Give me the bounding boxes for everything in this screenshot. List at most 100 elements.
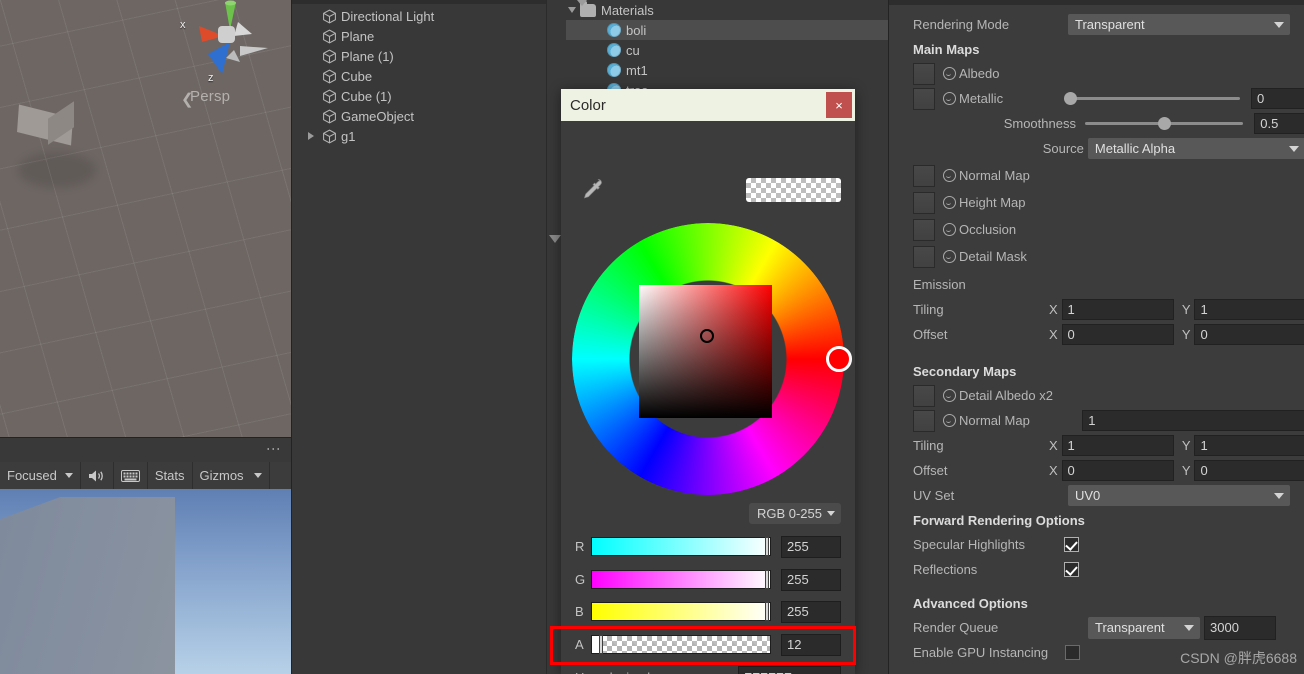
- main-offset-row[interactable]: Offset X 0 Y 0: [889, 322, 1304, 347]
- gizmo-grid-button[interactable]: [114, 462, 148, 489]
- color-picker-window[interactable]: Color × RGB 0-255 R 255 G 255 B 255 A 12: [550, 89, 856, 674]
- hierarchy-item-plane[interactable]: Plane: [292, 26, 547, 46]
- hexadecimal-row[interactable]: Hexadecimal FFFFFF: [575, 665, 841, 674]
- uv-set-row[interactable]: UV Set UV0: [889, 483, 1304, 508]
- smoothness-slider[interactable]: [1084, 117, 1244, 130]
- chevron-down-icon[interactable]: [568, 7, 576, 13]
- hexadecimal-field[interactable]: FFFFFF: [738, 665, 841, 674]
- scene-view[interactable]: x z ❮ Persp: [0, 0, 291, 437]
- saturation-value-square[interactable]: [639, 285, 772, 418]
- stats-button[interactable]: Stats: [148, 462, 193, 489]
- channel-slider-r[interactable]: [591, 537, 771, 556]
- metallic-slider-thumb[interactable]: [1064, 92, 1077, 105]
- channel-knob-b[interactable]: [765, 602, 769, 621]
- project-item-boli[interactable]: boli: [566, 20, 889, 40]
- eyedropper-icon[interactable]: [578, 175, 606, 203]
- occlusion-row[interactable]: Occlusion: [889, 217, 1304, 242]
- metallic-row[interactable]: Metallic 0: [889, 86, 1304, 111]
- metallic-value-field[interactable]: 0: [1251, 88, 1304, 109]
- saturation-value-handle[interactable]: [700, 329, 714, 343]
- chevron-right-icon[interactable]: [308, 132, 314, 140]
- channel-field-r[interactable]: 255: [781, 535, 841, 558]
- detail-albedo-texture-slot[interactable]: [913, 384, 935, 407]
- inspector-panel[interactable]: Rendering Mode Transparent Main Maps Alb…: [888, 0, 1304, 674]
- specular-highlights-checkbox[interactable]: [1064, 537, 1079, 552]
- hierarchy-scroll-caret-icon[interactable]: [577, 0, 587, 6]
- close-icon[interactable]: ×: [826, 92, 852, 118]
- channel-slider-a[interactable]: [591, 635, 771, 654]
- specular-highlights-row[interactable]: Specular Highlights: [889, 532, 1304, 557]
- source-dropdown[interactable]: Metallic Alpha: [1087, 138, 1304, 159]
- reflections-checkbox[interactable]: [1064, 562, 1079, 577]
- rendering-mode-dropdown[interactable]: Transparent: [1068, 14, 1290, 35]
- channel-row-b[interactable]: B 255: [575, 599, 841, 624]
- mute-audio-button[interactable]: [81, 462, 114, 489]
- height-map-radio-icon[interactable]: [943, 196, 956, 209]
- hierarchy-item-g1[interactable]: g1: [292, 126, 547, 146]
- hierarchy-item-directional-light[interactable]: Directional Light: [292, 6, 547, 26]
- secondary-tiling-row[interactable]: Tiling X 1 Y 1: [889, 433, 1304, 458]
- more-options-icon[interactable]: ⋮: [266, 442, 282, 456]
- detail-mask-row[interactable]: Detail Mask: [889, 244, 1304, 269]
- color-mode-dropdown[interactable]: RGB 0-255: [748, 503, 841, 524]
- project-asset-list[interactable]: Materials boli cu mt1 tree: [566, 0, 889, 100]
- project-item-materials[interactable]: Materials: [566, 0, 889, 20]
- smoothness-row[interactable]: Smoothness 0.5: [889, 111, 1304, 136]
- secondary-normal-map-radio-icon[interactable]: [943, 414, 956, 427]
- channel-row-a[interactable]: A 12: [575, 632, 841, 657]
- gizmos-button[interactable]: Gizmos: [193, 462, 270, 489]
- detail-mask-texture-slot[interactable]: [913, 245, 935, 268]
- color-picker-titlebar[interactable]: Color ×: [561, 89, 855, 121]
- channel-knob-r[interactable]: [765, 537, 769, 556]
- normal-map-row[interactable]: Normal Map: [889, 163, 1304, 188]
- occlusion-radio-icon[interactable]: [943, 223, 956, 236]
- aspect-dropdown[interactable]: Focused: [0, 462, 81, 489]
- detail-albedo-radio-icon[interactable]: [943, 389, 956, 402]
- secondary-offset-row[interactable]: Offset X 0 Y 0: [889, 458, 1304, 483]
- reflections-row[interactable]: Reflections: [889, 557, 1304, 582]
- height-map-row[interactable]: Height Map: [889, 190, 1304, 215]
- metallic-texture-slot[interactable]: [913, 87, 935, 110]
- project-scroll-arrow-icon[interactable]: [549, 235, 561, 243]
- albedo-texture-slot[interactable]: [913, 62, 935, 85]
- secondary-offset-y-field[interactable]: 0: [1194, 460, 1304, 481]
- secondary-normal-map-field[interactable]: 1: [1082, 410, 1304, 431]
- height-map-texture-slot[interactable]: [913, 191, 935, 214]
- hierarchy-item-cube[interactable]: Cube: [292, 66, 547, 86]
- secondary-normal-map-texture-slot[interactable]: [913, 409, 935, 432]
- main-offset-x-field[interactable]: 0: [1061, 324, 1174, 345]
- project-item-cu[interactable]: cu: [566, 40, 889, 60]
- main-tiling-y-field[interactable]: 1: [1194, 299, 1304, 320]
- channel-field-b[interactable]: 255: [781, 600, 841, 623]
- detail-albedo-row[interactable]: Detail Albedo x2: [889, 383, 1304, 408]
- secondary-offset-x-field[interactable]: 0: [1061, 460, 1174, 481]
- channel-knob-g[interactable]: [765, 570, 769, 589]
- occlusion-texture-slot[interactable]: [913, 218, 935, 241]
- channel-row-r[interactable]: R 255: [575, 534, 841, 559]
- main-tiling-x-field[interactable]: 1: [1061, 299, 1174, 320]
- smoothness-slider-thumb[interactable]: [1158, 117, 1172, 130]
- hierarchy-item-gameobject[interactable]: GameObject: [292, 106, 547, 126]
- rendering-mode-row[interactable]: Rendering Mode Transparent: [889, 12, 1304, 37]
- hierarchy-item-plane-1[interactable]: Plane (1): [292, 46, 547, 66]
- channel-row-g[interactable]: G 255: [575, 567, 841, 592]
- persp-label[interactable]: Persp: [190, 88, 230, 105]
- color-wheel[interactable]: [572, 223, 852, 495]
- smoothness-value-field[interactable]: 0.5: [1254, 113, 1304, 134]
- secondary-tiling-y-field[interactable]: 1: [1194, 435, 1304, 456]
- channel-slider-b[interactable]: [591, 602, 771, 621]
- hierarchy-panel[interactable]: Directional Light Plane Plane (1) Cube C…: [291, 0, 547, 674]
- normal-map-texture-slot[interactable]: [913, 164, 935, 187]
- emission-row[interactable]: Emission: [889, 272, 1304, 297]
- project-item-mt1[interactable]: mt1: [566, 60, 889, 80]
- render-queue-row[interactable]: Render Queue Transparent 3000: [889, 615, 1304, 640]
- metallic-radio-icon[interactable]: [943, 92, 956, 105]
- secondary-tiling-x-field[interactable]: 1: [1061, 435, 1174, 456]
- channel-knob-a[interactable]: [599, 635, 603, 654]
- hue-handle[interactable]: [826, 346, 852, 372]
- hierarchy-item-cube-1[interactable]: Cube (1): [292, 86, 547, 106]
- secondary-normal-map-row[interactable]: Normal Map 1: [889, 408, 1304, 433]
- channel-field-g[interactable]: 255: [781, 568, 841, 591]
- game-view-toolbar[interactable]: Focused Stats Gizmos: [0, 462, 291, 490]
- channel-field-a[interactable]: 12: [781, 633, 841, 656]
